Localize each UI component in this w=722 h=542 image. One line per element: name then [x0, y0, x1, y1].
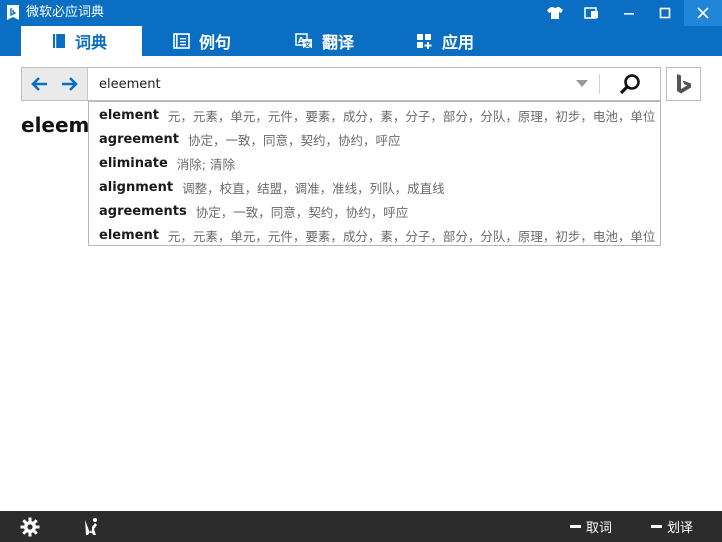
pronunciation-button[interactable] [80, 516, 102, 538]
suggestion-item[interactable]: element 元，元素，单元，元件，要素，成分，素，分子，部分，分队，原理，初… [99, 223, 659, 245]
suggestion-definition: 元，元素，单元，元件，要素，成分，素，分子，部分，分队，原理，初步，电池，单位 [167, 108, 656, 124]
minimize-button[interactable] [611, 0, 647, 26]
close-button[interactable] [684, 0, 722, 26]
minimize-icon [624, 13, 634, 15]
settings-button[interactable] [19, 516, 41, 538]
document-list-icon [173, 33, 190, 49]
tab-apps[interactable]: 应用 [416, 26, 474, 56]
capture-word-label: 取词 [586, 520, 613, 536]
history-dropdown-icon[interactable] [576, 80, 588, 87]
tshirt-icon [547, 7, 563, 19]
suggestion-word: alignment [99, 179, 174, 195]
bing-search-button[interactable] [666, 67, 701, 101]
suggestion-list: element 元，元素，单元，元件，要素，成分，素，分子，部分，分队，原理，初… [88, 101, 661, 246]
speaker-person-icon [85, 518, 97, 535]
search-button[interactable] [612, 71, 648, 97]
suggestion-definition: 消除; 清除 [176, 156, 235, 172]
search-divider [599, 74, 600, 94]
skin-button[interactable] [537, 0, 573, 26]
selection-translate-toggle[interactable]: 划译 [651, 518, 694, 536]
close-icon [697, 7, 709, 19]
search-input[interactable] [99, 68, 569, 100]
arrow-left-icon [31, 77, 47, 91]
tab-label: 例句 [199, 33, 232, 52]
back-button[interactable] [28, 74, 50, 94]
apps-icon [417, 33, 432, 49]
search-box [21, 67, 661, 101]
arrow-right-icon [62, 77, 78, 91]
maximize-icon [659, 7, 671, 19]
mini-mode-button[interactable] [574, 0, 610, 26]
history-nav [22, 68, 88, 100]
tab-label: 翻译 [322, 33, 355, 52]
title-bar: 微软必应词典 [0, 0, 722, 26]
tab-dictionary[interactable]: 词典 [21, 26, 142, 56]
book-icon [53, 34, 65, 48]
forward-button[interactable] [59, 74, 81, 94]
suggestion-definition: 协定，一致，同意，契约，协约，呼应 [187, 132, 401, 148]
bottom-bar: 取词 划译 [0, 511, 722, 542]
capture-word-toggle[interactable]: 取词 [570, 518, 613, 536]
search-icon [619, 74, 640, 95]
maximize-button[interactable] [647, 0, 683, 26]
suggestion-item[interactable]: agreements 协定，一致，同意，契约，协约，呼应 [99, 199, 659, 223]
suggestion-definition: 协定，一致，同意，契约，协约，呼应 [195, 204, 409, 220]
toggle-off-icon [651, 524, 662, 528]
suggestion-word: element [99, 107, 159, 123]
suggestion-item[interactable]: agreement 协定，一致，同意，契约，协约，呼应 [99, 127, 659, 151]
bing-logo-icon [676, 74, 691, 94]
toggle-off-icon [570, 524, 581, 528]
suggestion-definition: 调整，校直，结盟，调准，准线，列队，成直线 [182, 180, 445, 196]
tab-sentences[interactable]: 例句 [173, 26, 231, 56]
suggestion-word: agreement [99, 131, 179, 147]
suggestion-word: agreements [99, 203, 187, 219]
app-logo-icon [7, 5, 19, 20]
mini-window-icon [584, 7, 598, 19]
suggestion-word: element [99, 227, 159, 243]
tab-label: 应用 [442, 33, 475, 52]
translate-icon: A 文 [295, 33, 312, 49]
suggestion-definition: 元，元素，单元，元件，要素，成分，素，分子，部分，分队，原理，初步，电池，单位 [167, 228, 656, 244]
suggestion-item[interactable]: alignment 调整，校直，结盟，调准，准线，列队，成直线 [99, 175, 659, 199]
tab-bar: 词典 例句 A 文 翻译 应用 [0, 26, 722, 56]
selection-translate-label: 划译 [667, 520, 694, 536]
suggestion-item[interactable]: eliminate 消除; 清除 [99, 151, 659, 175]
window-title: 微软必应词典 [26, 5, 105, 20]
suggestion-word: eliminate [99, 155, 168, 171]
tab-translate[interactable]: A 文 翻译 [295, 26, 354, 56]
tab-label: 词典 [75, 33, 108, 52]
svg-text:文: 文 [304, 40, 312, 49]
gear-icon [20, 517, 40, 537]
suggestion-item[interactable]: element 元，元素，单元，元件，要素，成分，素，分子，部分，分队，原理，初… [99, 103, 659, 127]
